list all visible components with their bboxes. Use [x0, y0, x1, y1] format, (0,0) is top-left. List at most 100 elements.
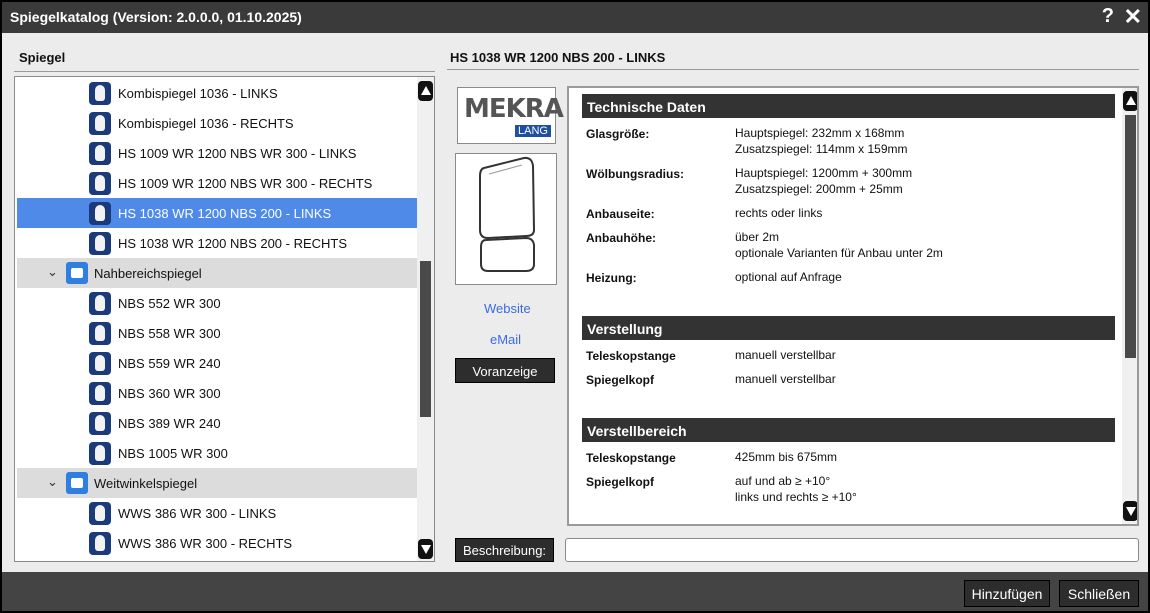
tree-item[interactable]: Kombispiegel 1036 - LINKS: [17, 78, 417, 108]
chevron-down-icon[interactable]: ⌄: [47, 474, 58, 490]
right-header-divider: [447, 69, 1139, 70]
tree-item-label: NBS 559 WR 240: [118, 356, 221, 371]
add-button[interactable]: Hinzufügen: [964, 580, 1050, 607]
tree-item[interactable]: NBS 558 WR 300: [17, 318, 417, 348]
detail-value: Zusatzspiegel: 200mm + 25mm: [735, 182, 903, 196]
tree-item-label: NBS 389 WR 240: [118, 416, 221, 431]
mirror-icon: [89, 382, 111, 405]
tree-item[interactable]: Kombispiegel 1036 - RECHTS: [17, 108, 417, 138]
tree-item-label: Kombispiegel 1036 - RECHTS: [118, 116, 294, 131]
detail-key: Glasgröße:: [586, 127, 650, 141]
detail-value: manuell verstellbar: [735, 348, 836, 362]
details-scroll-down-button[interactable]: [1123, 501, 1137, 521]
mirror-image: [455, 153, 557, 285]
detail-value: links und rechts ≥ +10°: [735, 490, 857, 504]
tree-item[interactable]: HS 1038 WR 1200 NBS 200 - LINKS: [17, 198, 417, 228]
window-title: Spiegelkatalog (Version: 2.0.0.0, 01.10.…: [10, 9, 302, 25]
tree-item-label: Weitwinkelspiegel: [94, 476, 198, 491]
tree-item-label: HS 1038 WR 1200 NBS 200 - RECHTS: [118, 236, 348, 251]
mirror-icon: [89, 232, 111, 255]
title-bar: Spiegelkatalog (Version: 2.0.0.0, 01.10.…: [2, 2, 1148, 33]
mirror-icon: [89, 502, 111, 525]
mirror-icon: [89, 292, 111, 315]
email-link[interactable]: eMail: [490, 332, 521, 347]
tree-item-label: WWS 386 WR 300 - LINKS: [118, 506, 277, 521]
brand-logo: MEKRA LANG: [457, 87, 564, 144]
tree-item-label: WWS 386 WR 300 - RECHTS: [118, 536, 293, 551]
left-header-divider: [14, 71, 435, 72]
close-icon[interactable]: ✕: [1124, 4, 1142, 30]
mirror-icon: [89, 532, 111, 555]
details-scrollbar[interactable]: [1122, 88, 1137, 524]
tree-group[interactable]: ⌄ Weitwinkelspiegel: [17, 468, 417, 498]
tree-item-label: NBS 360 WR 300: [118, 386, 221, 401]
detail-value: rechts oder links: [735, 206, 823, 220]
mirror-icon: [89, 412, 111, 435]
detail-key: Anbauhöhe:: [586, 231, 656, 245]
details-scroll-thumb[interactable]: [1125, 115, 1136, 358]
tree-item[interactable]: HS 1009 WR 1200 NBS WR 300 - RECHTS: [17, 168, 417, 198]
detail-key: Spiegelkopf: [586, 373, 655, 387]
logo-sub-text: LANG: [515, 125, 551, 137]
tree-item-label: Kombispiegel 1036 - LINKS: [118, 86, 278, 101]
detail-value: 425mm bis 675mm: [735, 450, 838, 464]
tree-item[interactable]: HS 1038 WR 1200 NBS 200 - RECHTS: [17, 228, 417, 258]
tree-item-label: NBS 558 WR 300: [118, 326, 221, 341]
tree-item[interactable]: WWS 386 WR 300 - LINKS: [17, 498, 417, 528]
tree-scrollbar[interactable]: [417, 77, 434, 561]
scroll-down-button[interactable]: [418, 539, 433, 559]
detail-key: Heizung:: [586, 271, 637, 285]
mirror-outline-icon: [479, 156, 536, 272]
folder-mirror-icon: [66, 472, 88, 494]
details-scroll-up-button[interactable]: [1123, 91, 1137, 111]
detail-value: optional auf Anfrage: [735, 270, 842, 284]
tree-item-label: NBS 1005 WR 300: [118, 446, 228, 461]
mirror-icon: [89, 442, 111, 465]
folder-mirror-icon: [66, 262, 88, 284]
logo-main-text: MEKRA: [464, 94, 564, 124]
mirror-tree[interactable]: Kombispiegel 1036 - LINKS Kombispiegel 10…: [14, 76, 435, 562]
detail-value: Hauptspiegel: 1200mm + 300mm: [735, 166, 913, 180]
detail-key: Teleskopstange: [586, 451, 676, 465]
catalog-window: Spiegelkatalog (Version: 2.0.0.0, 01.10.…: [0, 0, 1150, 613]
scroll-thumb[interactable]: [420, 261, 431, 417]
mirror-list-header: Spiegel: [19, 50, 66, 65]
description-label: Beschreibung:: [455, 538, 554, 562]
tree-item[interactable]: NBS 552 WR 300: [17, 288, 417, 318]
tree-group[interactable]: ⌄ Nahbereichspiegel: [17, 258, 417, 288]
help-icon[interactable]: ?: [1102, 5, 1114, 28]
detail-key: Wölbungsradius:: [586, 167, 684, 181]
section-adjustment: Verstellung: [582, 316, 1115, 340]
footer-bar: Hinzufügen Schließen: [2, 572, 1148, 611]
detail-value: Zusatzspiegel: 114mm x 159mm: [735, 142, 908, 156]
tree-item[interactable]: NBS 559 WR 240: [17, 348, 417, 378]
tree-item-label: HS 1009 WR 1200 NBS WR 300 - RECHTS: [118, 176, 373, 191]
tree-item[interactable]: NBS 389 WR 240: [17, 408, 417, 438]
selected-mirror-title: HS 1038 WR 1200 NBS 200 - LINKS: [450, 50, 666, 65]
scroll-up-button[interactable]: [418, 81, 433, 101]
tree-item-label: HS 1009 WR 1200 NBS WR 300 - LINKS: [118, 146, 357, 161]
tree-item[interactable]: WWS 386 WR 300 - RECHTS: [17, 528, 417, 558]
mirror-icon: [89, 82, 111, 105]
tree-item[interactable]: NBS 1005 WR 300: [17, 438, 417, 468]
section-technical-data: Technische Daten: [582, 94, 1115, 118]
detail-value: manuell verstellbar: [735, 372, 836, 386]
detail-key: Anbauseite:: [586, 207, 655, 221]
detail-value: optionale Varianten für Anbau unter 2m: [735, 246, 943, 260]
tree-item-label: Nahbereichspiegel: [94, 266, 202, 281]
mirror-icon: [89, 352, 111, 375]
website-link[interactable]: Website: [484, 301, 531, 316]
mirror-icon: [89, 322, 111, 345]
tree-item[interactable]: NBS 360 WR 300: [17, 378, 417, 408]
details-panel: Technische Daten Glasgröße: Hauptspiegel:…: [567, 86, 1139, 526]
tree-item-label: NBS 552 WR 300: [118, 296, 221, 311]
chevron-down-icon[interactable]: ⌄: [47, 264, 58, 280]
tree-item-label: HS 1038 WR 1200 NBS 200 - LINKS: [118, 206, 332, 221]
preview-button[interactable]: Voranzeige: [455, 358, 555, 383]
tree-item[interactable]: HS 1009 WR 1200 NBS WR 300 - LINKS: [17, 138, 417, 168]
detail-value: Hauptspiegel: 232mm x 168mm: [735, 126, 905, 140]
detail-value: über 2m: [735, 230, 780, 244]
description-field[interactable]: [565, 538, 1139, 562]
close-button[interactable]: Schließen: [1059, 580, 1139, 607]
detail-value: auf und ab ≥ +10°: [735, 474, 831, 488]
